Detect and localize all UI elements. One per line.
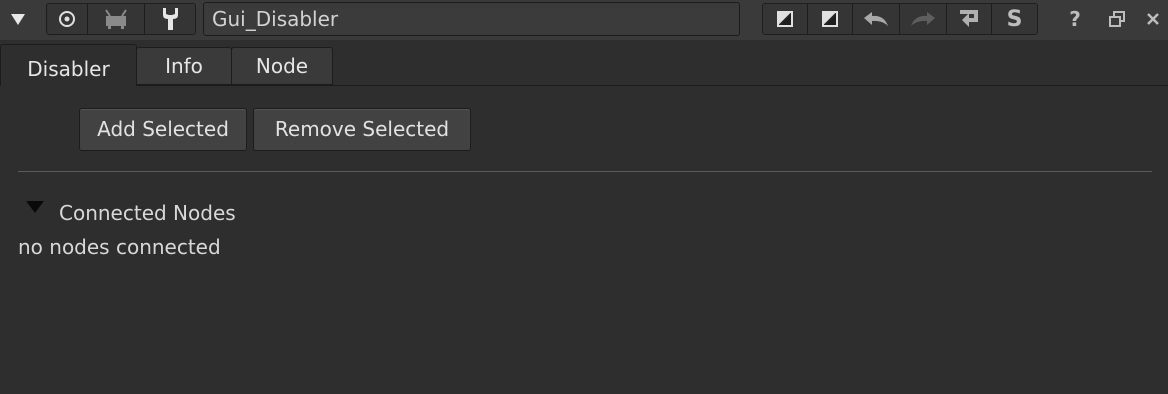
empty-state-text: no nodes connected — [18, 235, 221, 259]
close-icon — [1147, 13, 1159, 25]
tab-node[interactable]: Node — [231, 47, 333, 85]
section-title: Connected Nodes — [59, 201, 236, 225]
undo-button[interactable] — [853, 4, 899, 34]
node-name-field[interactable]: Gui_Disabler — [203, 2, 740, 36]
split-square-icon — [777, 11, 793, 27]
tab-bar-border — [137, 85, 1168, 86]
tab-disabler[interactable]: Disabler — [0, 44, 137, 86]
revert-button[interactable] — [947, 4, 991, 34]
remove-selected-button[interactable]: Remove Selected — [253, 108, 471, 151]
collapse-section-icon[interactable] — [26, 201, 44, 213]
wrench-icon — [163, 8, 178, 30]
help-button[interactable]: ? — [1058, 3, 1092, 35]
add-selected-button[interactable]: Add Selected — [79, 108, 247, 151]
close-button[interactable] — [1138, 3, 1168, 35]
viewer-button[interactable] — [88, 4, 144, 34]
node-tools-group — [46, 3, 196, 35]
center-node-button[interactable] — [47, 4, 87, 34]
target-icon — [59, 11, 75, 27]
s-button[interactable]: S — [992, 4, 1037, 34]
tab-info[interactable]: Info — [136, 47, 232, 85]
undo-icon — [864, 12, 888, 26]
node-actions-group: S — [762, 3, 1038, 35]
float-window-icon — [1109, 11, 1125, 27]
toolbar: Gui_Disabler S ? — [0, 0, 1168, 40]
viewer-icon — [105, 9, 127, 29]
revert-icon — [960, 10, 978, 27]
float-button[interactable] — [1102, 3, 1132, 35]
help-icon: ? — [1069, 7, 1081, 31]
redo-button[interactable] — [900, 4, 946, 34]
divider — [18, 171, 1152, 172]
default-button-1[interactable] — [763, 4, 807, 34]
default-button-2[interactable] — [808, 4, 852, 34]
settings-button[interactable] — [145, 4, 195, 34]
triangle-down-icon — [11, 14, 25, 25]
redo-icon — [911, 12, 935, 26]
split-square-icon — [822, 11, 838, 27]
node-properties-panel: Gui_Disabler S ? Disabler Info Node Add … — [0, 0, 1168, 394]
collapse-button[interactable] — [0, 3, 36, 35]
